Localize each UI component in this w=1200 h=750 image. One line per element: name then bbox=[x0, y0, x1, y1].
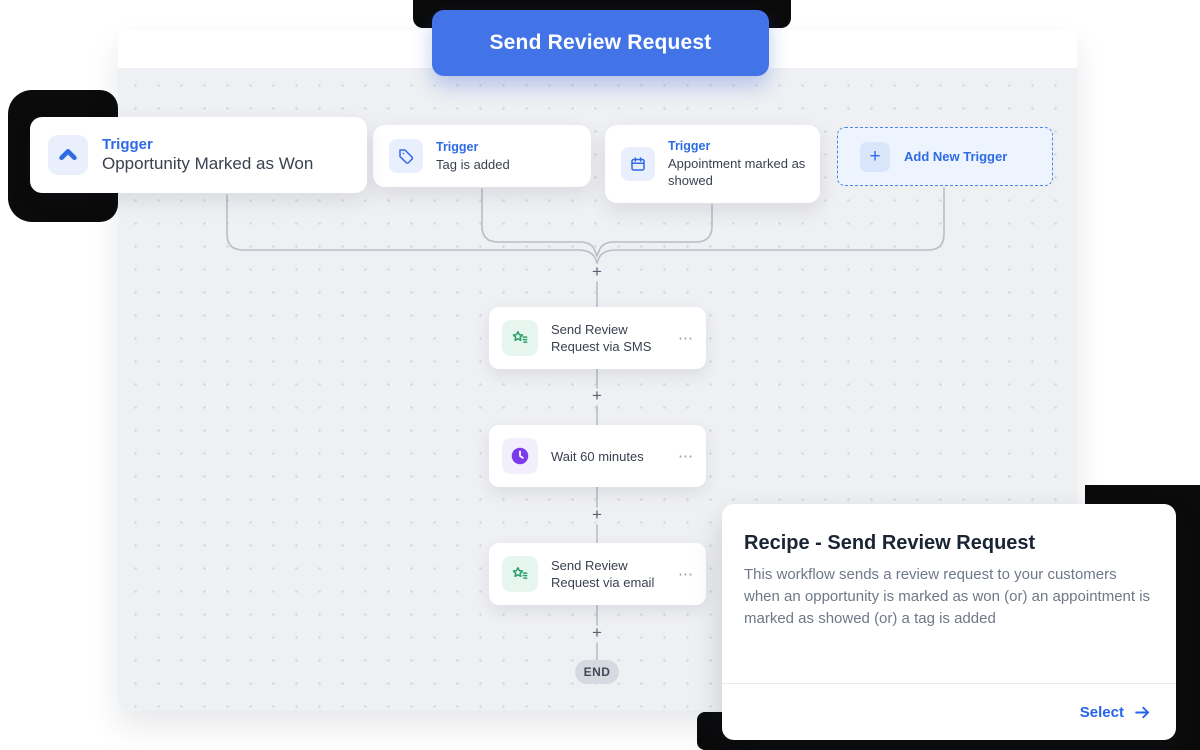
recipe-card: Recipe - Send Review Request This workfl… bbox=[722, 504, 1176, 740]
chevron-up-icon bbox=[48, 135, 88, 175]
review-star-icon bbox=[502, 556, 538, 592]
recipe-footer: Select bbox=[722, 684, 1176, 740]
select-label: Select bbox=[1080, 704, 1124, 721]
arrow-right-icon bbox=[1133, 703, 1152, 722]
select-button[interactable]: Select bbox=[1080, 703, 1152, 722]
add-step-button[interactable]: + bbox=[588, 626, 606, 640]
add-step-button[interactable]: + bbox=[588, 265, 606, 279]
calendar-icon bbox=[621, 147, 655, 181]
node-menu-button[interactable]: ⋯ bbox=[678, 565, 694, 583]
trigger-card-appointment-showed[interactable]: Trigger Appointment marked as showed bbox=[605, 125, 820, 203]
trigger-name-label: Tag is added bbox=[436, 156, 510, 173]
send-review-request-button[interactable]: Send Review Request bbox=[432, 10, 769, 76]
tag-icon bbox=[389, 139, 423, 173]
clock-icon bbox=[502, 438, 538, 474]
trigger-kind-label: Trigger bbox=[102, 136, 313, 153]
node-menu-button[interactable]: ⋯ bbox=[678, 447, 694, 465]
add-new-trigger-button[interactable]: + Add New Trigger bbox=[837, 127, 1053, 186]
node-wait-60-minutes[interactable]: Wait 60 minutes ⋯ bbox=[489, 425, 706, 487]
recipe-description: This workflow sends a review request to … bbox=[744, 564, 1156, 630]
recipe-title: Recipe - Send Review Request bbox=[744, 532, 1035, 555]
node-label: Send Review Request via email bbox=[551, 557, 665, 591]
trigger-card-opportunity-won[interactable]: Trigger Opportunity Marked as Won bbox=[30, 117, 367, 193]
add-step-button[interactable]: + bbox=[588, 389, 606, 403]
trigger-kind-label: Trigger bbox=[668, 139, 818, 153]
add-new-trigger-label: Add New Trigger bbox=[904, 149, 1007, 164]
trigger-name-label: Opportunity Marked as Won bbox=[102, 154, 313, 174]
plus-icon: + bbox=[860, 142, 890, 172]
node-send-review-sms[interactable]: Send Review Request via SMS ⋯ bbox=[489, 307, 706, 369]
trigger-name-label: Appointment marked as showed bbox=[668, 155, 818, 189]
node-label: Send Review Request via SMS bbox=[551, 321, 665, 355]
end-badge: END bbox=[575, 660, 619, 684]
add-step-button[interactable]: + bbox=[588, 508, 606, 522]
trigger-kind-label: Trigger bbox=[436, 140, 510, 154]
node-send-review-email[interactable]: Send Review Request via email ⋯ bbox=[489, 543, 706, 605]
trigger-card-tag-added[interactable]: Trigger Tag is added bbox=[373, 125, 591, 187]
node-label: Wait 60 minutes bbox=[551, 448, 665, 465]
node-menu-button[interactable]: ⋯ bbox=[678, 329, 694, 347]
review-star-icon bbox=[502, 320, 538, 356]
